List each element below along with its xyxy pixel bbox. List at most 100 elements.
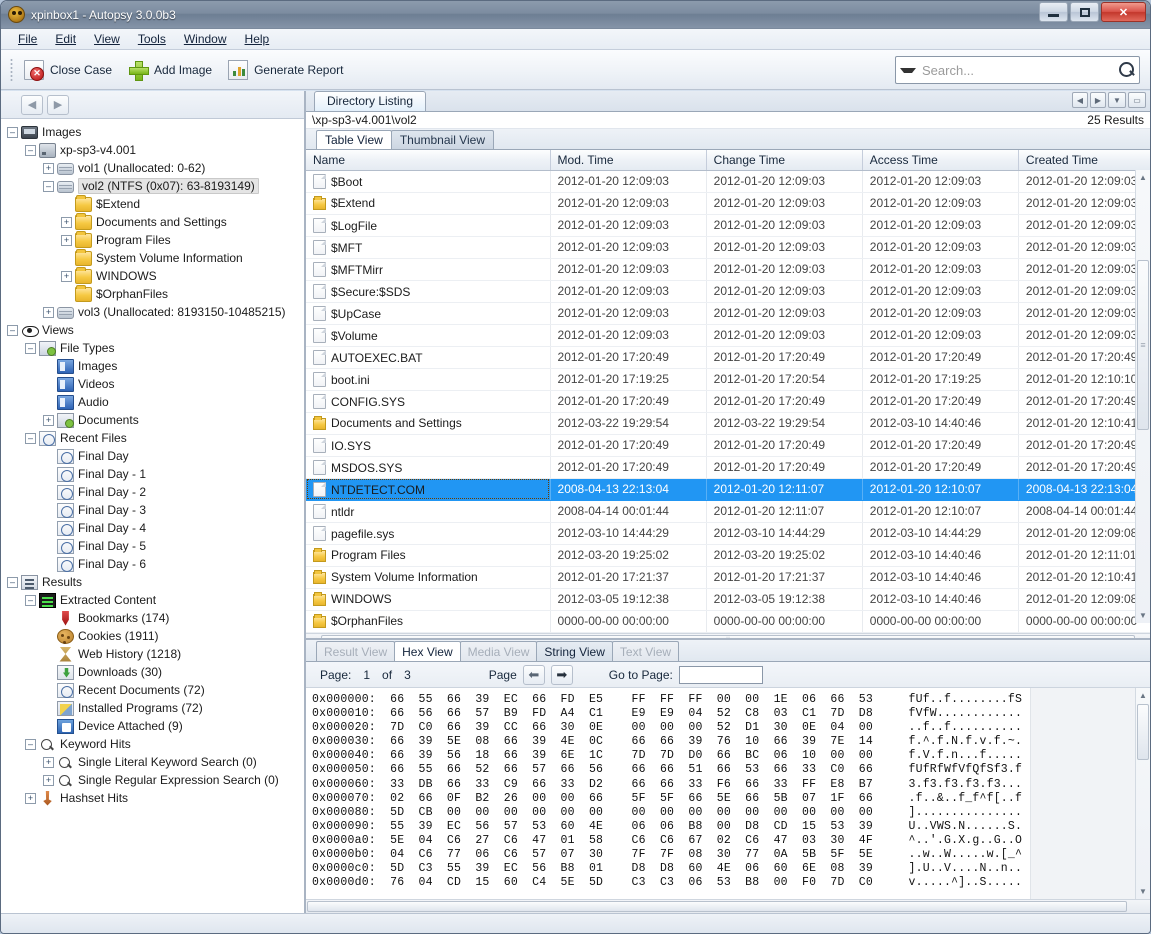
collapse-toggle-icon[interactable]: – <box>7 577 18 588</box>
minimize-button[interactable] <box>1039 2 1068 22</box>
tree-item[interactable]: $Extend <box>7 195 304 213</box>
tree-item[interactable]: +Hashset Hits <box>7 789 304 807</box>
tree-item[interactable]: Final Day - 5 <box>7 537 304 555</box>
tree-item[interactable]: Cookies (1911) <box>7 627 304 645</box>
tree-item[interactable]: Final Day - 4 <box>7 519 304 537</box>
tree-item[interactable]: Final Day - 6 <box>7 555 304 573</box>
forward-button[interactable]: ▶ <box>47 95 69 115</box>
tree-item[interactable]: +Program Files <box>7 231 304 249</box>
generate-report-button[interactable]: Generate Report <box>222 56 353 84</box>
table-row[interactable]: $MFTMirr2012-01-20 12:09:032012-01-20 12… <box>306 258 1150 280</box>
table-row[interactable]: IO.SYS2012-01-20 17:20:492012-01-20 17:2… <box>306 434 1150 456</box>
column-header-change-time[interactable]: Change Time <box>706 150 862 170</box>
file-table-horizontal-scrollbar[interactable]: ◀ ⦙⦙ ▶ <box>306 633 1150 639</box>
tree-item[interactable]: +Documents and Settings <box>7 213 304 231</box>
table-row[interactable]: AUTOEXEC.BAT2012-01-20 17:20:492012-01-2… <box>306 346 1150 368</box>
expand-toggle-icon[interactable]: + <box>61 271 72 282</box>
table-row[interactable]: CONFIG.SYS2012-01-20 17:20:492012-01-20 … <box>306 390 1150 412</box>
expand-toggle-icon[interactable]: + <box>43 757 54 768</box>
tree-item[interactable]: Videos <box>7 375 304 393</box>
tree-item[interactable]: –Recent Files <box>7 429 304 447</box>
column-header-mod-time[interactable]: Mod. Time <box>550 150 706 170</box>
scroll-right-arrow[interactable]: ▶ <box>1135 634 1150 639</box>
tree-item[interactable]: Downloads (30) <box>7 663 304 681</box>
table-row[interactable]: $OrphanFiles0000-00-00 00:00:000000-00-0… <box>306 610 1150 632</box>
scroll-tabs-left-button[interactable]: ◀ <box>1072 92 1088 108</box>
table-row[interactable]: boot.ini2012-01-20 17:19:252012-01-20 17… <box>306 368 1150 390</box>
horizontal-scroll-thumb[interactable]: ⦙⦙ <box>321 635 1135 639</box>
table-row[interactable]: $MFT2012-01-20 12:09:032012-01-20 12:09:… <box>306 236 1150 258</box>
tree-item[interactable]: System Volume Information <box>7 249 304 267</box>
tree-item[interactable]: +WINDOWS <box>7 267 304 285</box>
table-row[interactable]: Program Files2012-03-20 19:25:022012-03-… <box>306 544 1150 566</box>
table-row[interactable]: $LogFile2012-01-20 12:09:032012-01-20 12… <box>306 214 1150 236</box>
table-row[interactable]: $UpCase2012-01-20 12:09:032012-01-20 12:… <box>306 302 1150 324</box>
viewer-tab-string-view[interactable]: String View <box>536 641 612 661</box>
table-row[interactable]: $Secure:$SDS2012-01-20 12:09:032012-01-2… <box>306 280 1150 302</box>
search-icon[interactable] <box>1119 62 1135 78</box>
expand-toggle-icon[interactable]: + <box>43 415 54 426</box>
collapse-toggle-icon[interactable]: – <box>25 739 36 750</box>
vertical-scroll-thumb[interactable]: ≡ <box>1137 260 1149 430</box>
collapse-toggle-icon[interactable]: – <box>25 145 36 156</box>
explorer-tree[interactable]: –Images–xp-sp3-v4.001+vol1 (Unallocated:… <box>1 119 304 913</box>
expand-toggle-icon[interactable]: + <box>43 163 54 174</box>
hex-scroll-up-arrow[interactable]: ▲ <box>1136 688 1150 703</box>
scroll-up-arrow[interactable]: ▲ <box>1136 170 1150 185</box>
tree-item[interactable]: Images <box>7 357 304 375</box>
goto-page-input[interactable] <box>679 666 763 684</box>
menu-view[interactable]: View <box>85 30 129 48</box>
tree-item[interactable]: –Images <box>7 123 304 141</box>
collapse-toggle-icon[interactable]: – <box>7 325 18 336</box>
table-row[interactable]: pagefile.sys2012-03-10 14:44:292012-03-1… <box>306 522 1150 544</box>
table-row[interactable]: $Volume2012-01-20 12:09:032012-01-20 12:… <box>306 324 1150 346</box>
table-row[interactable]: $Boot2012-01-20 12:09:032012-01-20 12:09… <box>306 170 1150 192</box>
expand-toggle-icon[interactable]: + <box>43 775 54 786</box>
viewer-tab-hex-view[interactable]: Hex View <box>394 641 460 661</box>
expand-toggle-icon[interactable]: + <box>25 793 36 804</box>
tree-item[interactable]: –Keyword Hits <box>7 735 304 753</box>
tree-item[interactable]: –Extracted Content <box>7 591 304 609</box>
table-row[interactable]: $Extend2012-01-20 12:09:032012-01-20 12:… <box>306 192 1150 214</box>
tree-item[interactable]: –Results <box>7 573 304 591</box>
tab-table-view[interactable]: Table View <box>316 130 392 149</box>
tree-item[interactable]: Final Day - 3 <box>7 501 304 519</box>
hex-vertical-scroll-thumb[interactable] <box>1137 704 1149 760</box>
tree-item[interactable]: –Views <box>7 321 304 339</box>
table-row[interactable]: MSDOS.SYS2012-01-20 17:20:492012-01-20 1… <box>306 456 1150 478</box>
scroll-tabs-right-button[interactable]: ▶ <box>1090 92 1106 108</box>
file-table-vertical-scrollbar[interactable]: ▲ ≡ ▼ <box>1135 170 1150 623</box>
collapse-toggle-icon[interactable]: – <box>43 181 54 192</box>
menu-file[interactable]: File <box>9 30 46 48</box>
tree-item[interactable]: Device Attached (9) <box>7 717 304 735</box>
expand-toggle-icon[interactable]: + <box>43 307 54 318</box>
table-row[interactable]: WINDOWS2012-03-05 19:12:382012-03-05 19:… <box>306 588 1150 610</box>
scroll-left-arrow[interactable]: ◀ <box>306 634 321 639</box>
hex-horizontal-scroll-thumb[interactable] <box>307 901 1127 912</box>
tab-directory-listing[interactable]: Directory Listing <box>314 91 426 111</box>
tree-item[interactable]: +Single Regular Expression Search (0) <box>7 771 304 789</box>
table-row[interactable]: ntldr2008-04-14 00:01:442012-01-20 12:11… <box>306 500 1150 522</box>
collapse-toggle-icon[interactable]: – <box>7 127 18 138</box>
collapse-toggle-icon[interactable]: – <box>25 595 36 606</box>
previous-page-button[interactable]: ⬅ <box>523 665 545 685</box>
maximize-button[interactable] <box>1070 2 1099 22</box>
tree-item[interactable]: Recent Documents (72) <box>7 681 304 699</box>
close-button[interactable]: ✕ <box>1101 2 1146 22</box>
next-page-button[interactable]: ➡ <box>551 665 573 685</box>
hex-horizontal-scrollbar[interactable] <box>306 899 1150 913</box>
tree-item[interactable]: +Documents <box>7 411 304 429</box>
expand-toggle-icon[interactable]: + <box>61 235 72 246</box>
menu-window[interactable]: Window <box>175 30 236 48</box>
collapse-toggle-icon[interactable]: – <box>25 433 36 444</box>
tree-item[interactable]: $OrphanFiles <box>7 285 304 303</box>
add-image-button[interactable]: Add Image <box>122 56 222 84</box>
tree-item[interactable]: –xp-sp3-v4.001 <box>7 141 304 159</box>
maximize-panel-button[interactable]: ▭ <box>1128 92 1146 108</box>
collapse-toggle-icon[interactable]: – <box>25 343 36 354</box>
tree-item[interactable]: Audio <box>7 393 304 411</box>
scroll-down-arrow[interactable]: ▼ <box>1136 608 1150 623</box>
tree-item[interactable]: +vol3 (Unallocated: 8193150-10485215) <box>7 303 304 321</box>
tab-thumbnail-view[interactable]: Thumbnail View <box>391 130 494 149</box>
close-case-button[interactable]: Close Case <box>18 56 122 84</box>
